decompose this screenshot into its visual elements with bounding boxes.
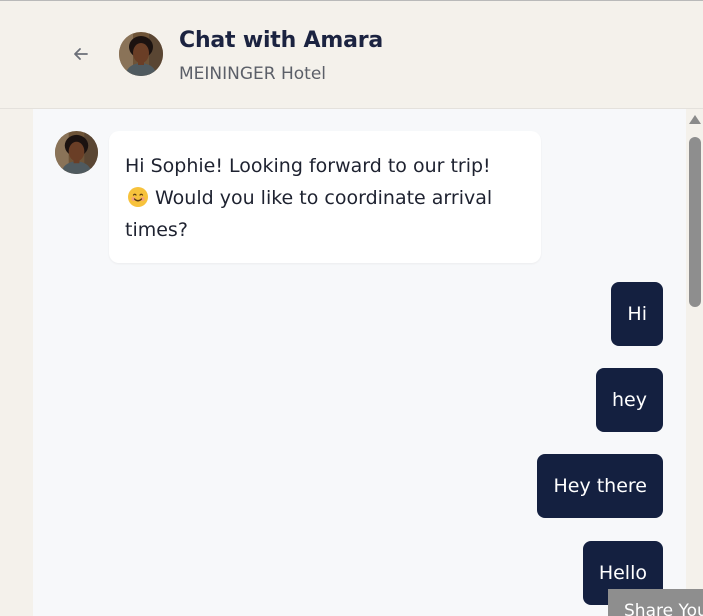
message-text: Would you like to coordinate arrival tim… [125,187,493,241]
message-list[interactable]: Hi Sophie! Looking forward to our trip! … [33,109,686,616]
hotel-subtitle: MEININGER Hotel [179,64,327,84]
message-text: Hi Sophie! Looking forward to our trip! [125,155,491,177]
outgoing-message: hey [596,368,663,432]
scrollbar-thumb[interactable] [689,137,701,307]
page-title: Chat with Amara [179,28,384,53]
avatar [55,131,98,174]
back-button[interactable] [68,41,94,67]
outgoing-message: Hi [611,282,663,346]
arrow-left-icon [74,48,88,60]
outgoing-message: Hey there [537,454,663,518]
chat-header: Chat with Amara MEININGER Hotel [0,1,703,109]
share-button[interactable]: Share Your [608,589,703,616]
scrollbar[interactable] [686,109,703,616]
scroll-up-arrow-icon[interactable] [689,115,701,124]
incoming-message: Hi Sophie! Looking forward to our trip! … [109,131,541,263]
smiling-face-icon [128,187,148,207]
avatar [119,32,163,76]
